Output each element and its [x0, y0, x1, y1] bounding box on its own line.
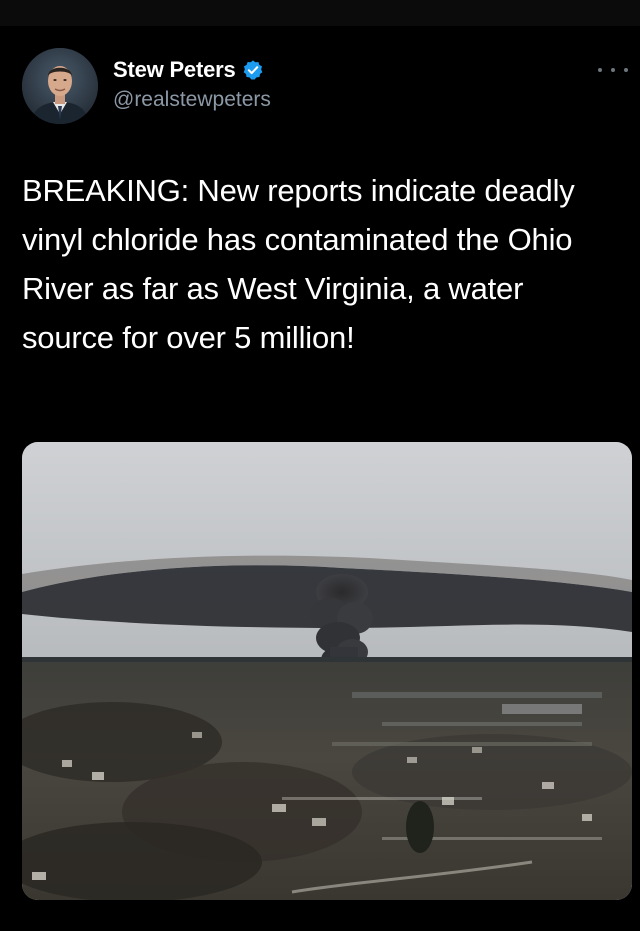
status-bar-area: [0, 0, 640, 26]
author-handle[interactable]: @realstewpeters: [113, 88, 271, 112]
tweet-media-photo[interactable]: [22, 442, 632, 900]
dot: [598, 68, 602, 72]
tweet: Stew Peters @realstewpeters BREAKING: Ne…: [0, 26, 640, 931]
verified-badge-icon: [242, 59, 264, 81]
tweet-author[interactable]: Stew Peters @realstewpeters: [113, 56, 271, 112]
user-avatar-photo-icon: [22, 48, 98, 124]
avatar[interactable]: [22, 48, 98, 124]
aerial-town-smoke-plume-photo: [22, 442, 632, 900]
author-display-name[interactable]: Stew Peters: [113, 57, 236, 83]
tweet-text: BREAKING: New reports indicate deadly vi…: [22, 173, 575, 355]
dot: [611, 68, 615, 72]
name-row: Stew Peters: [113, 56, 271, 84]
more-options-icon[interactable]: [598, 62, 628, 78]
dot: [624, 68, 628, 72]
